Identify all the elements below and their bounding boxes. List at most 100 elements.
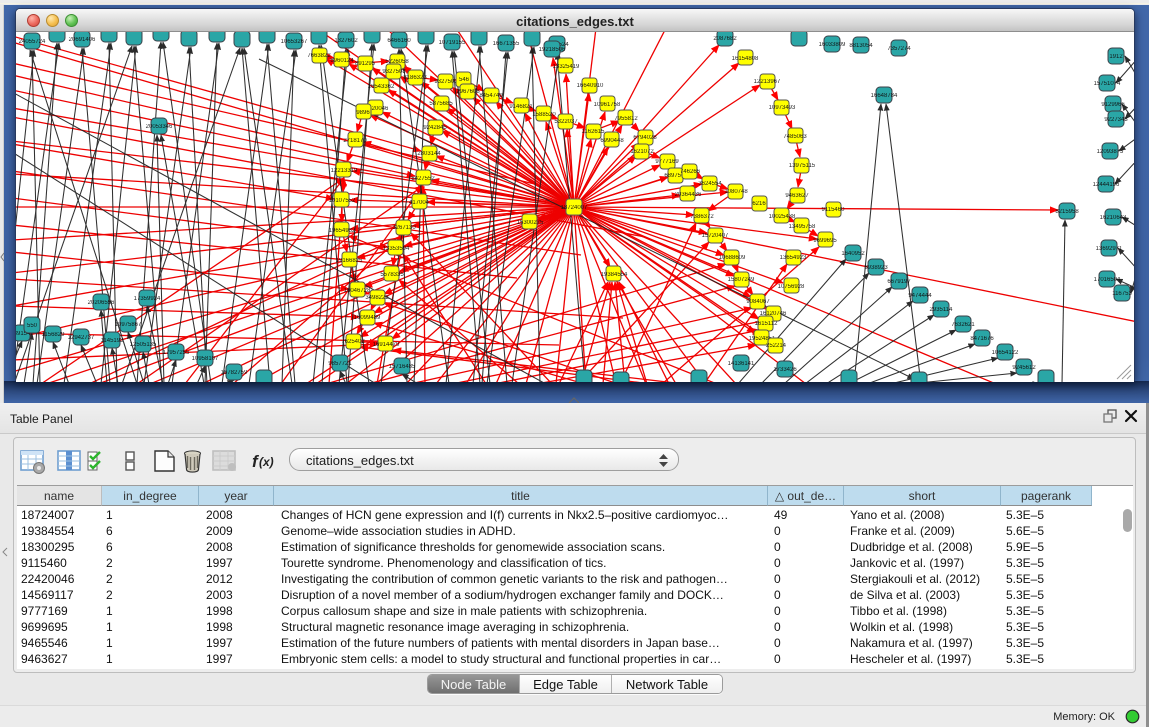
svg-text:19218506: 19218506 <box>539 47 566 53</box>
svg-text:1145193: 1145193 <box>101 338 125 344</box>
svg-text:6794028: 6794028 <box>633 135 657 141</box>
svg-text:20053346: 20053346 <box>146 124 173 130</box>
svg-text:9463627: 9463627 <box>785 193 809 199</box>
svg-text:8427552: 8427552 <box>411 176 435 182</box>
svg-text:10961758: 10961758 <box>594 102 621 108</box>
svg-text:9699695: 9699695 <box>813 238 837 244</box>
svg-text:16154808: 16154808 <box>732 56 759 62</box>
svg-text:7632621: 7632621 <box>951 322 975 328</box>
svg-text:417004: 417004 <box>409 200 430 206</box>
svg-text:1640952: 1640952 <box>841 251 865 257</box>
svg-text:2935114: 2935114 <box>930 307 954 313</box>
svg-text:12093873: 12093873 <box>1097 149 1124 155</box>
svg-text:1621072: 1621072 <box>630 149 654 155</box>
svg-text:10654122: 10654122 <box>992 350 1019 356</box>
svg-text:12213967: 12213967 <box>754 79 781 85</box>
svg-text:16648784: 16648784 <box>871 93 898 99</box>
svg-text:7386372: 7386372 <box>690 214 714 220</box>
svg-text:15807249: 15807249 <box>728 277 755 283</box>
svg-text:5578335: 5578335 <box>380 272 404 278</box>
svg-text:12942737: 12942737 <box>68 335 95 341</box>
svg-text:1912: 1912 <box>1109 54 1123 60</box>
svg-text:6990448: 6990448 <box>600 138 624 144</box>
svg-text:12213319: 12213319 <box>331 168 358 174</box>
svg-text:9129966: 9129966 <box>1101 102 1125 108</box>
svg-text:746266: 746266 <box>680 169 701 175</box>
svg-text:10958107: 10958107 <box>192 356 219 362</box>
svg-text:15716485: 15716485 <box>389 364 416 370</box>
svg-text:10653267: 10653267 <box>281 39 308 45</box>
svg-text:16914479: 16914479 <box>373 342 400 348</box>
svg-text:9327502: 9327502 <box>434 79 458 85</box>
svg-text:13325419: 13325419 <box>553 64 580 70</box>
svg-text:18724007: 18724007 <box>561 205 588 211</box>
svg-text:9227343: 9227343 <box>1104 117 1128 123</box>
svg-text:9242845: 9242845 <box>423 125 447 131</box>
svg-text:891295: 891295 <box>355 61 376 67</box>
svg-text:7357274: 7357274 <box>887 46 911 52</box>
svg-text:6466160: 6466160 <box>387 38 411 44</box>
svg-text:550: 550 <box>27 323 38 329</box>
svg-text:16671355: 16671355 <box>493 41 520 47</box>
svg-text:1588520: 1588520 <box>532 112 556 118</box>
svg-text:1733426: 1733426 <box>773 367 797 373</box>
svg-text:16210643: 16210643 <box>1100 215 1127 221</box>
svg-text:16099489: 16099489 <box>354 315 381 321</box>
svg-text:9896: 9896 <box>356 110 370 116</box>
svg-text:15300275: 15300275 <box>517 220 544 226</box>
svg-text:13654923: 13654923 <box>780 255 807 261</box>
svg-text:252214: 252214 <box>766 343 787 349</box>
svg-text:10025438: 10025438 <box>769 214 796 220</box>
svg-text:6216: 6216 <box>752 201 766 207</box>
svg-text:8186323: 8186323 <box>403 75 427 81</box>
svg-text:10975867: 10975867 <box>115 322 142 328</box>
svg-text:9084067: 9084067 <box>746 299 770 305</box>
svg-text:7625402: 7625402 <box>341 339 365 345</box>
svg-text:1327602: 1327602 <box>334 38 358 44</box>
svg-text:16782759: 16782759 <box>221 370 248 376</box>
svg-text:8471676: 8471676 <box>970 336 994 342</box>
svg-text:9245612: 9245612 <box>1012 365 1036 371</box>
svg-text:9146821: 9146821 <box>509 104 533 110</box>
svg-text:1080748: 1080748 <box>724 189 748 195</box>
svg-text:14136141: 14136141 <box>728 361 755 367</box>
svg-text:7663822: 7663822 <box>307 53 331 59</box>
svg-text:13495758: 13495758 <box>789 224 816 230</box>
svg-text:20206556: 20206556 <box>88 300 115 306</box>
svg-text:19654982: 19654982 <box>329 228 356 234</box>
svg-text:19384554: 19384554 <box>601 272 628 278</box>
svg-text:1615112: 1615112 <box>755 321 779 327</box>
svg-text:3498222: 3498222 <box>365 295 389 301</box>
svg-text:5875685: 5875685 <box>429 101 453 107</box>
svg-text:10973493: 10973493 <box>769 105 796 111</box>
svg-text:20364436: 20364436 <box>675 192 702 198</box>
svg-text:116753: 116753 <box>1112 291 1132 297</box>
svg-text:6679197: 6679197 <box>887 279 911 285</box>
svg-text:8813054: 8813054 <box>849 43 873 49</box>
svg-text:3624554: 3624554 <box>698 181 722 187</box>
svg-text:9777169: 9777169 <box>655 159 679 165</box>
svg-text:2803144: 2803144 <box>417 151 441 157</box>
svg-text:9857721: 9857721 <box>328 361 352 367</box>
svg-text:9115460: 9115460 <box>822 207 846 213</box>
svg-text:17359924: 17359924 <box>134 296 161 302</box>
svg-text:13353594: 13353594 <box>383 246 410 252</box>
svg-text:19166825: 19166825 <box>336 258 363 264</box>
svg-text:12505135: 12505135 <box>130 342 157 348</box>
svg-text:1156829: 1156829 <box>42 332 66 338</box>
svg-text:9474444: 9474444 <box>908 293 932 299</box>
svg-text:7955812: 7955812 <box>614 116 638 122</box>
svg-text:16543362: 16543362 <box>368 84 395 90</box>
svg-text:3267130: 3267130 <box>392 225 416 231</box>
svg-text:7485063: 7485063 <box>783 134 807 140</box>
svg-text:24055724: 24055724 <box>19 39 46 45</box>
svg-text:(x): (x) <box>259 455 274 469</box>
svg-text:8454749: 8454749 <box>479 93 503 99</box>
svg-text:2967608: 2967608 <box>456 89 480 95</box>
svg-text:13975115: 13975115 <box>789 163 816 169</box>
svg-text:20691406: 20691406 <box>69 37 96 43</box>
svg-text:10107552: 10107552 <box>329 198 356 204</box>
svg-text:1162615: 1162615 <box>582 129 606 135</box>
svg-text:15751074: 15751074 <box>1094 81 1121 87</box>
svg-text:8938923: 8938923 <box>864 265 888 271</box>
